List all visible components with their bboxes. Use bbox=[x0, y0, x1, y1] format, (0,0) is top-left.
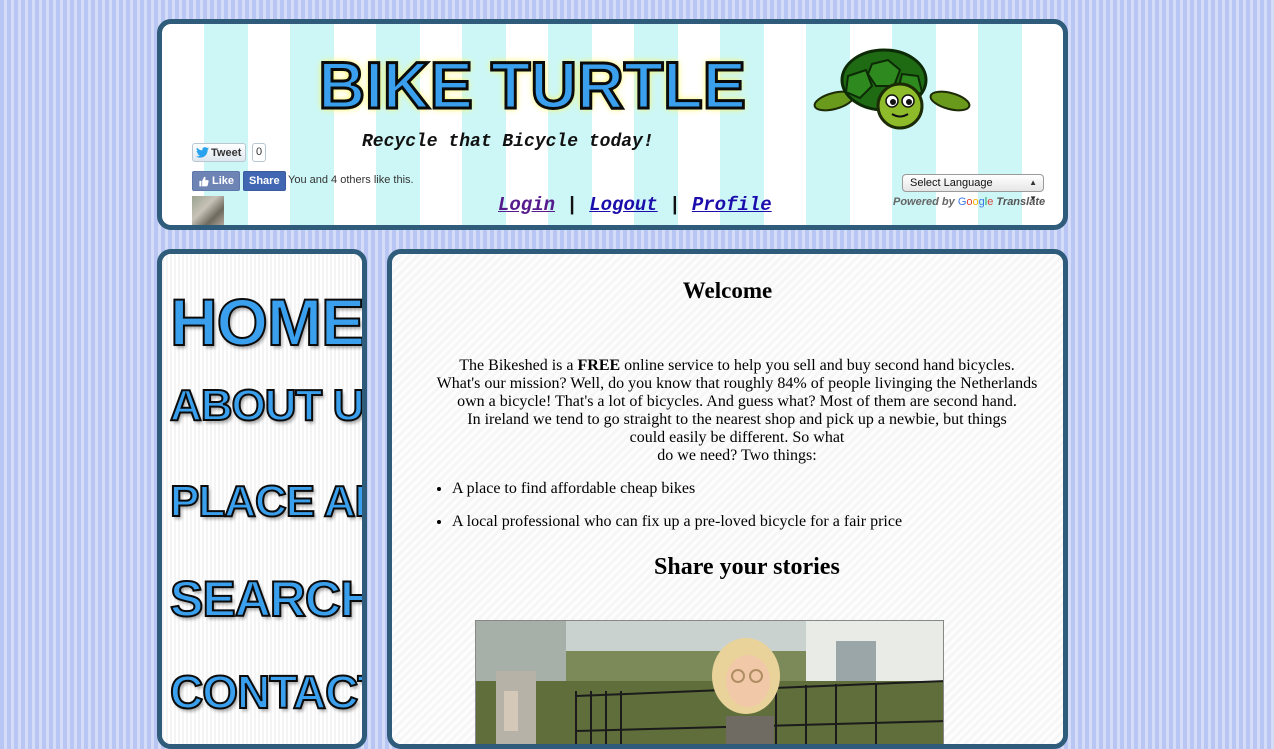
logout-link[interactable]: Logout bbox=[589, 194, 657, 216]
nav-separator: | bbox=[669, 194, 681, 216]
sidebar-item-search[interactable]: SEARCH bbox=[169, 573, 362, 625]
share-stories-heading: Share your stories bbox=[654, 554, 840, 580]
tweet-button[interactable]: Tweet bbox=[192, 143, 247, 162]
intro-text: The Bikeshed is a bbox=[459, 357, 578, 374]
list-item: A place to find affordable cheap bikes bbox=[452, 480, 902, 498]
intro-text: In ireland we tend to go straight to the… bbox=[467, 411, 1007, 428]
intro-text: do we need? Two things: bbox=[657, 447, 817, 464]
intro-text: What's our mission? Well, do you know th… bbox=[436, 375, 1038, 392]
translate-label: Translate bbox=[996, 196, 1046, 208]
needs-list: A place to find affordable cheap bikes A… bbox=[432, 480, 902, 546]
language-select[interactable]: Select Language ▲ ▼ bbox=[902, 174, 1044, 203]
sidebar-item-place-ad[interactable]: PLACE AD bbox=[169, 479, 362, 525]
site-logo[interactable]: BIKE TURTLE bbox=[317, 51, 748, 120]
google-logo: Google bbox=[957, 196, 994, 208]
tweet-count: 0 bbox=[252, 143, 267, 162]
sidebar-item-home[interactable]: HOME bbox=[169, 288, 362, 356]
sidebar-item-about-us[interactable]: ABOUT US bbox=[169, 383, 362, 429]
list-item: A local professional who can fix up a pr… bbox=[452, 513, 902, 531]
facebook-share-button[interactable]: Share bbox=[243, 171, 286, 191]
intro-paragraph: The Bikeshed is a FREE online service to… bbox=[422, 357, 1052, 465]
intro-text: own a bicycle! That's a lot of bicycles.… bbox=[457, 393, 1017, 410]
facebook-friend-avatar[interactable] bbox=[192, 196, 224, 225]
intro-text: could easily be different. So what bbox=[629, 429, 845, 446]
profile-link[interactable]: Profile bbox=[692, 194, 772, 216]
account-nav: Login | Logout | Profile bbox=[498, 194, 772, 216]
language-select-value: Select Language bbox=[910, 177, 993, 189]
site-tagline: Recycle that Bicycle today! bbox=[362, 132, 654, 152]
facebook-like-button[interactable]: Like bbox=[192, 171, 241, 191]
google-translate-credit: Powered by Google Translate bbox=[893, 196, 1045, 208]
free-emphasis: FREE bbox=[577, 357, 621, 374]
header-panel: BIKE TURTLE Recycle that Bicycle today! … bbox=[157, 19, 1068, 230]
facebook-like-label: Like bbox=[212, 175, 235, 187]
tweet-label: Tweet bbox=[211, 146, 242, 159]
twitter-bird-icon bbox=[196, 147, 209, 158]
street-scene-image bbox=[476, 621, 943, 744]
sidebar-item-contact[interactable]: CONTACT bbox=[169, 668, 362, 716]
sidebar-nav: HOME ABOUT US PLACE AD SEARCH CONTACT bbox=[157, 249, 367, 749]
turtle-mascot-icon bbox=[813, 48, 971, 130]
welcome-heading: Welcome bbox=[682, 278, 773, 303]
login-link[interactable]: Login bbox=[498, 194, 555, 216]
facebook-social-text: You and 4 others like this. bbox=[288, 174, 414, 186]
powered-by-label: Powered by bbox=[893, 196, 955, 208]
thumbs-up-icon bbox=[199, 176, 209, 186]
main-content: Welcome The Bikeshed is a FREE online se… bbox=[387, 249, 1068, 749]
story-photo bbox=[475, 620, 944, 744]
intro-text: online service to help you sell and buy … bbox=[620, 357, 1015, 374]
nav-separator: | bbox=[566, 194, 578, 216]
